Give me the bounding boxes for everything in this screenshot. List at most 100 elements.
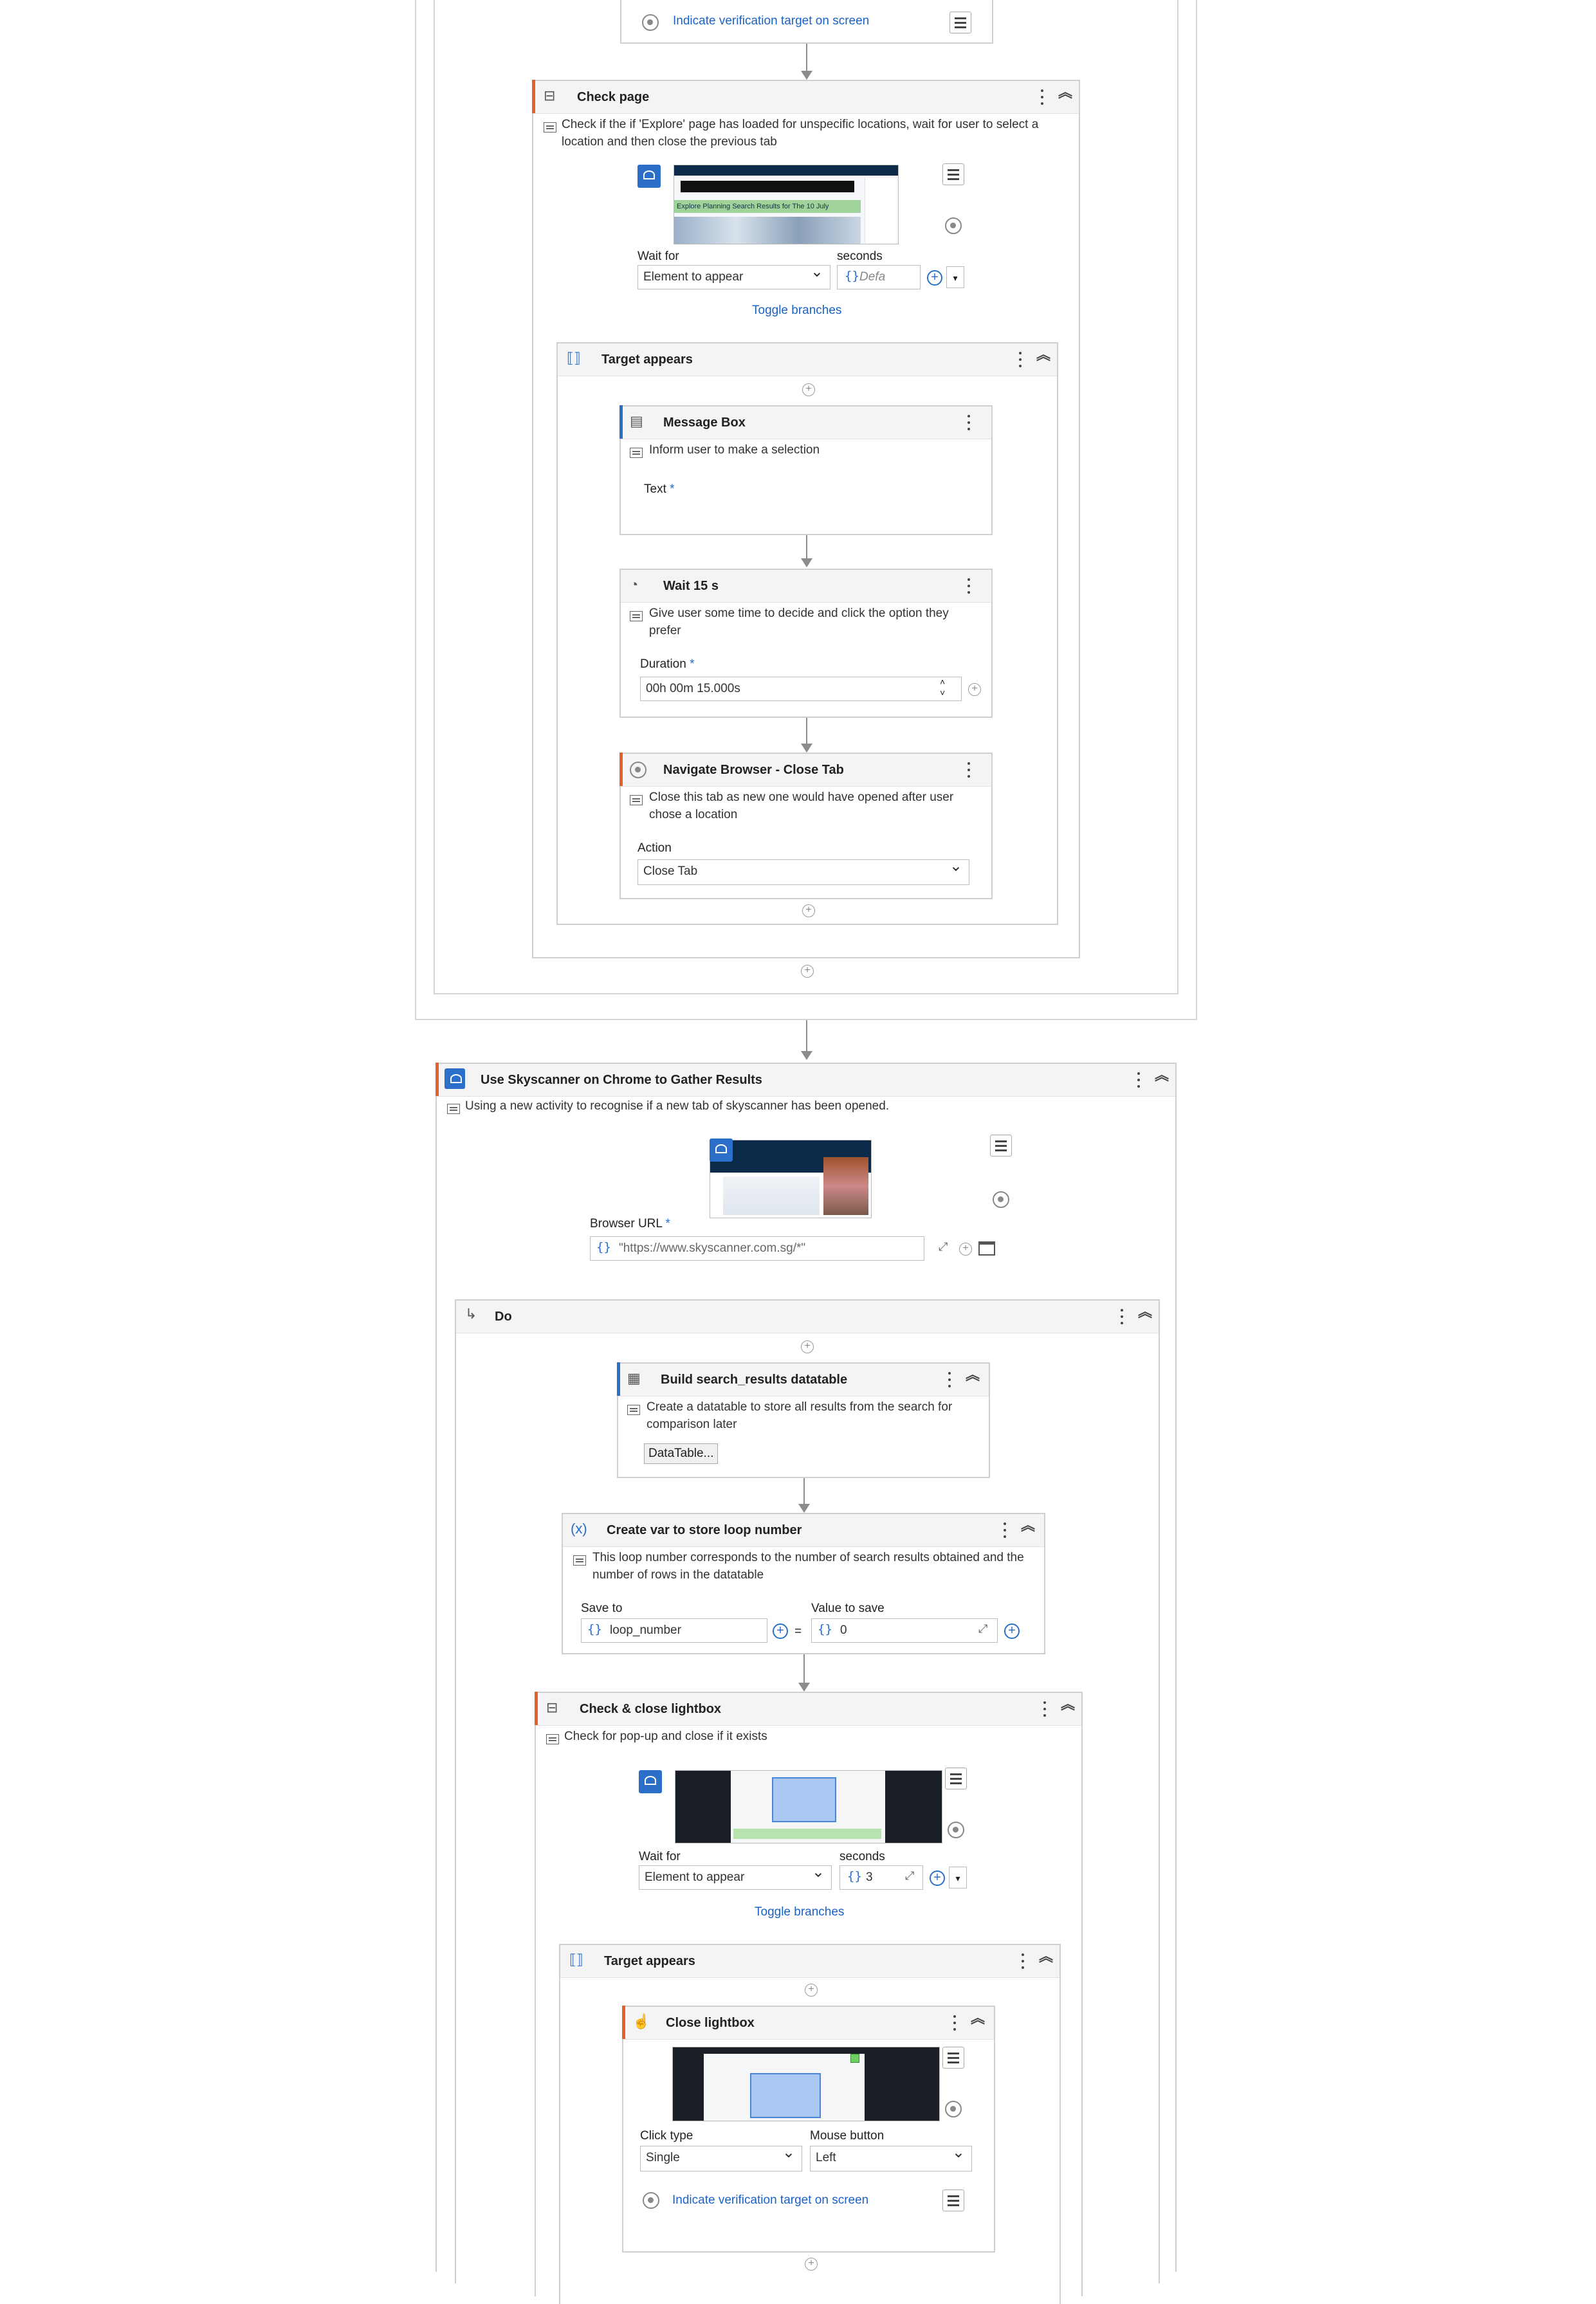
close-lightbox-activity[interactable]: ☝ Close lightbox ︽ Click type Single M [622,2006,995,2253]
wait-activity[interactable]: ◔ Wait 15 s Give user some time to decid… [619,569,993,718]
collapse-chevron-icon[interactable]: ︽ [971,2011,985,2025]
target-screenshot: Explore Planning Search Results for The … [674,165,899,244]
screenshot-image [674,217,861,244]
activity-description: This loop number corresponds to the numb… [592,1551,1024,1582]
hamburger-menu-icon[interactable] [945,1768,967,1789]
add-variable-icon[interactable]: + [968,683,981,696]
connector [803,1478,805,1506]
target-icon[interactable] [948,1822,964,1838]
collapse-chevron-icon[interactable]: ︽ [1058,86,1072,100]
hamburger-menu-icon[interactable] [942,2190,964,2211]
hamburger-menu-icon[interactable] [942,163,964,185]
target-icon[interactable] [945,2101,962,2117]
hamburger-menu-icon[interactable] [949,12,971,33]
more-options-icon[interactable] [1020,1952,1026,1971]
expand-editor-icon[interactable]: ⤢ [939,1240,948,1254]
add-activity-icon[interactable]: + [801,1340,814,1353]
duration-stepper-icon[interactable]: ˄ ˅ [940,677,945,699]
more-options-icon[interactable] [1119,1307,1125,1326]
datatable-button[interactable]: DataTable... [644,1443,719,1464]
connector-arrow [801,71,812,80]
create-var-activity[interactable]: (x) Create var to store loop number ︽ Th… [562,1513,1045,1654]
seconds-dropdown-button[interactable]: ▾ [946,266,964,288]
seconds-dropdown-button[interactable]: ▾ [949,1867,967,1888]
browser-url-input[interactable]: "https://www.skyscanner.com.sg/*" [590,1236,924,1261]
toggle-branches-link[interactable]: Toggle branches [755,1905,844,1919]
activity-description: Check if the if 'Explore' page has loade… [562,118,1039,149]
more-options-icon[interactable] [1041,1699,1048,1719]
target-appears-header: ⟦⟧ Target appears ︽ [558,343,1057,376]
target-icon[interactable] [993,1191,1009,1208]
more-options-icon[interactable] [1017,350,1023,369]
mouse-button-dropdown[interactable]: Left [810,2146,972,2171]
add-activity-icon[interactable]: + [805,1984,818,1997]
check-lightbox-activity[interactable]: ⊟ Check & close lightbox ︽ Check for pop… [535,1692,1083,2304]
target-appears-branch: ⟦⟧ Target appears ︽ + ▤ Message Box Info… [556,342,1058,925]
annotation-icon [627,1405,640,1415]
expression-icon: {} [845,269,859,283]
expand-editor-icon[interactable]: ⤢ [978,1622,987,1636]
activity-title: Create var to store loop number [607,1523,802,1537]
toggle-branches-link[interactable]: Toggle branches [752,304,841,318]
collapse-chevron-icon[interactable]: ︽ [1061,1697,1075,1712]
activity-description: Using a new activity to recognise if a n… [465,1099,890,1113]
add-activity-icon[interactable]: + [801,965,814,978]
target-icon[interactable] [945,217,962,234]
more-options-icon[interactable] [966,576,972,596]
add-variable-icon[interactable]: + [1004,1623,1020,1639]
target-screenshot [675,1770,942,1843]
hamburger-menu-icon[interactable] [942,2047,964,2069]
collapse-chevron-icon[interactable]: ︽ [1039,1950,1053,1964]
click-type-dropdown[interactable]: Single [640,2146,802,2171]
browse-window-icon[interactable] [978,1241,995,1256]
verify-target-link[interactable]: Indicate verification target on screen [673,14,869,28]
hamburger-menu-icon[interactable] [990,1135,1012,1157]
connector [806,44,807,72]
connector-arrow [801,558,812,567]
collapse-chevron-icon[interactable]: ︽ [966,1368,980,1382]
branch-title: Target appears [604,1954,695,1968]
collapse-chevron-icon[interactable]: ︽ [1021,1519,1035,1533]
verify-target-link[interactable]: Indicate verification target on screen [672,2193,868,2208]
add-activity-icon[interactable]: + [802,383,815,396]
message-box-activity[interactable]: ▤ Message Box Inform user to make a sele… [619,405,993,535]
add-activity-icon[interactable]: + [802,904,815,917]
activity-title: Navigate Browser - Close Tab [663,763,844,777]
seconds-value: Defa [859,270,886,284]
message-box-icon: ▤ [630,413,643,429]
annotation-icon [546,1734,559,1744]
expression-icon: {} [587,1622,602,1636]
do-arrow-icon: ↳ [465,1306,477,1322]
more-options-icon[interactable] [1002,1521,1008,1540]
check-page-activity[interactable]: ⊟ Check page ︽ Check if the if 'Explore'… [532,80,1080,978]
save-to-input[interactable]: loop_number [581,1618,767,1643]
add-activity-icon[interactable]: + [805,2258,818,2271]
duration-input[interactable]: 00h 00m 15.000s [640,677,962,701]
more-options-icon[interactable] [1039,87,1045,107]
more-options-icon[interactable] [951,2013,958,2033]
collapse-chevron-icon[interactable]: ︽ [1036,348,1050,362]
expand-editor-icon[interactable]: ⤢ [905,1869,914,1883]
build-datatable-activity[interactable]: ▦ Build search_results datatable ︽ Creat… [617,1362,990,1478]
use-browser-activity[interactable]: Use Skyscanner on Chrome to Gather Resul… [436,1063,1177,2304]
connector [803,1654,805,1685]
more-options-icon[interactable] [966,760,972,780]
collapse-chevron-icon[interactable]: ︽ [1138,1305,1152,1319]
more-options-icon[interactable] [966,413,972,432]
activity-title: Use Skyscanner on Chrome to Gather Resul… [481,1073,762,1087]
clock-icon: ◔ [630,576,639,592]
add-variable-icon[interactable]: + [959,1243,972,1256]
action-dropdown[interactable]: Close Tab [637,859,969,885]
add-variable-icon[interactable]: + [930,1870,945,1886]
value-to-save-input[interactable]: 0 [811,1618,998,1643]
more-options-icon[interactable] [1135,1070,1142,1090]
navigate-browser-activity[interactable]: Navigate Browser - Close Tab Close this … [619,753,993,899]
add-variable-icon[interactable]: + [927,270,942,286]
collapse-chevron-icon[interactable]: ︽ [1155,1068,1169,1083]
add-variable-icon[interactable]: + [773,1623,788,1639]
branch-icon: ⟦⟧ [569,1952,583,1968]
wait-for-dropdown[interactable]: Element to appear [637,265,830,289]
more-options-icon[interactable] [946,1370,953,1389]
wait-for-dropdown[interactable]: Element to appear [639,1865,832,1890]
branch-icon: ⟦⟧ [567,350,581,366]
